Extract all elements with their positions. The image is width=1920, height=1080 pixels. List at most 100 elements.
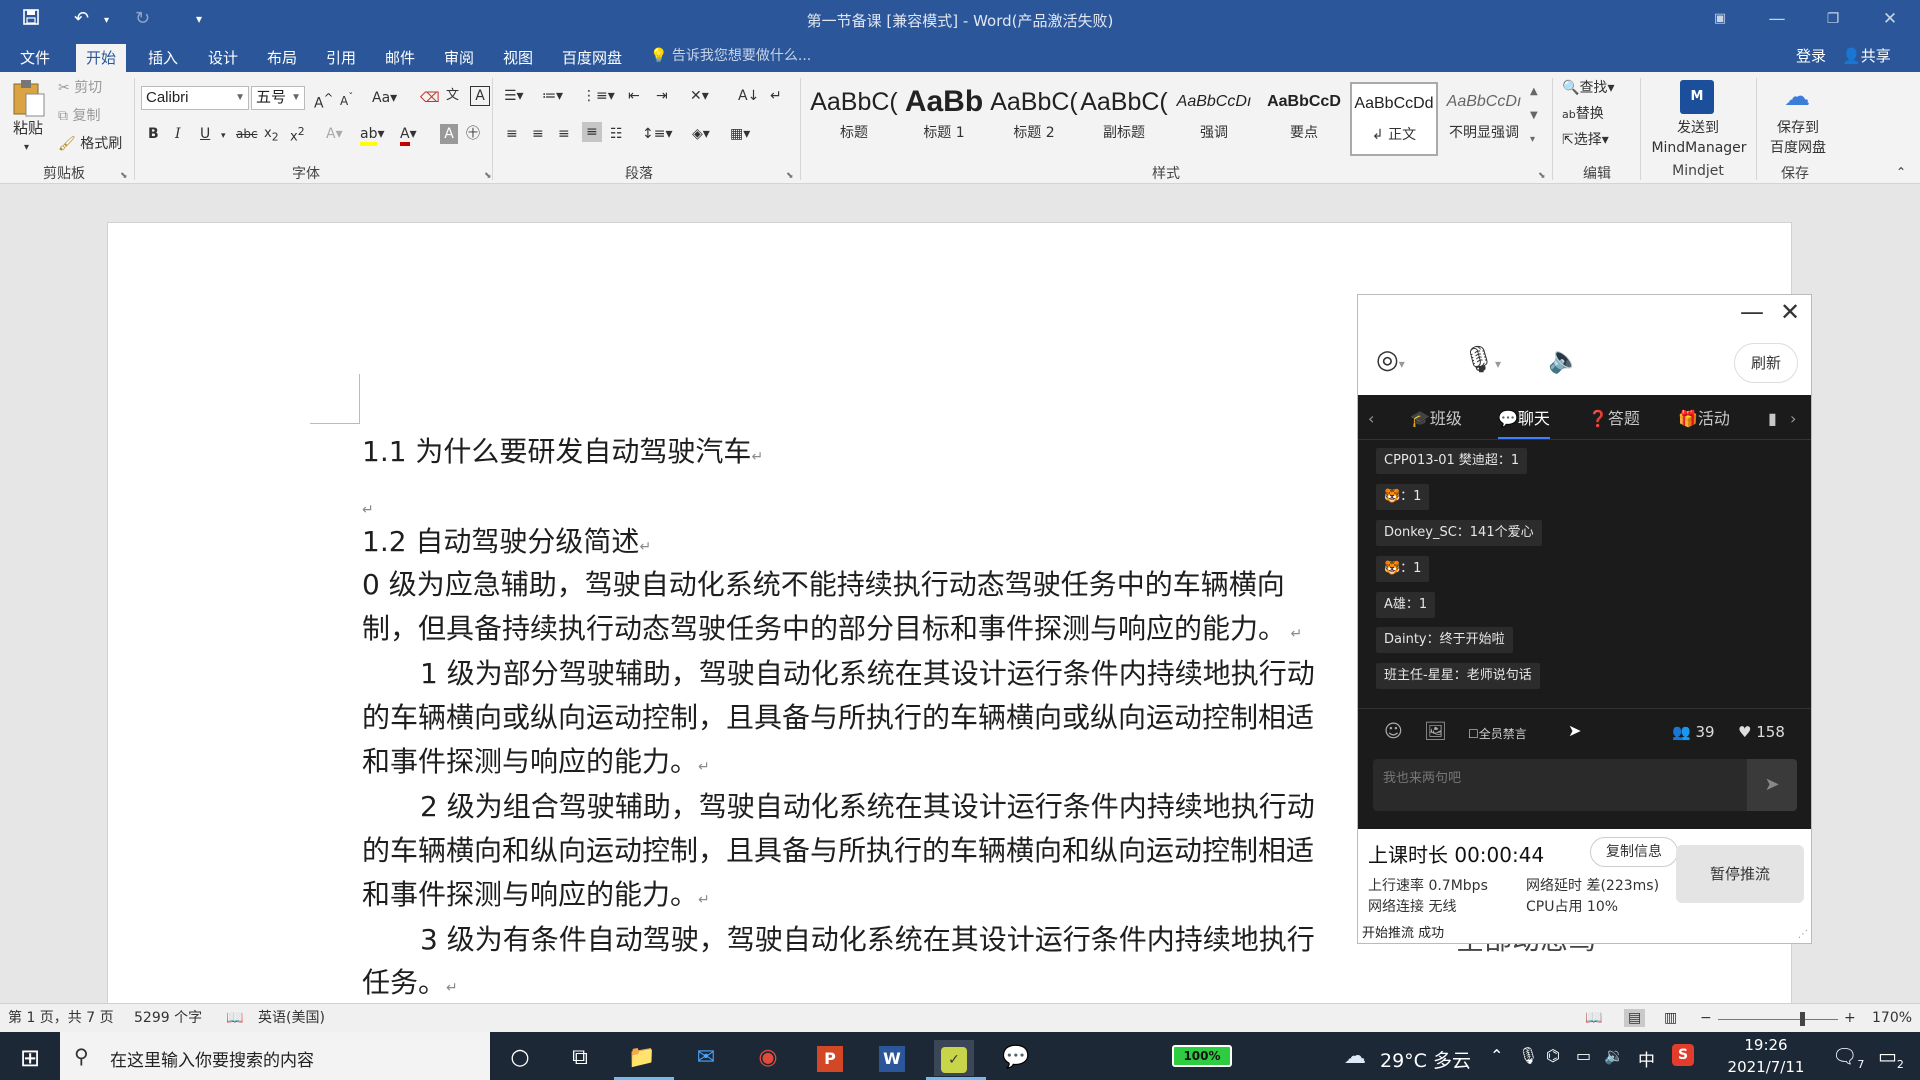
tab-home[interactable]: 开始 bbox=[76, 44, 127, 72]
style-subtitle[interactable]: AaBbC(副标题 bbox=[1080, 82, 1168, 156]
sign-in-link[interactable]: 登录 bbox=[1796, 45, 1826, 67]
notification-center-icon[interactable]: 🗨7 bbox=[1832, 1044, 1864, 1071]
clipboard-launcher-icon[interactable]: ⬊ bbox=[120, 166, 128, 186]
strikethrough-icon[interactable]: abc bbox=[236, 124, 258, 144]
style-subtle-emphasis[interactable]: AaBbCcDı 不明显强调 bbox=[1440, 82, 1528, 156]
replace-button[interactable]: ab替换 bbox=[1562, 104, 1604, 125]
tabs-scroll-left-icon[interactable]: ‹ bbox=[1368, 409, 1374, 429]
para-level-2-line-3[interactable]: 和事件探测与响应的能力。↵ bbox=[362, 873, 710, 913]
task-view-icon[interactable]: ⧉ bbox=[560, 1040, 600, 1076]
character-border-icon[interactable]: A bbox=[470, 86, 490, 106]
sogou-input-icon[interactable]: S bbox=[1672, 1044, 1694, 1066]
ribbon-display-options-icon[interactable]: ▣ bbox=[1702, 6, 1738, 32]
file-explorer-icon[interactable]: 📁 bbox=[622, 1040, 662, 1076]
powerpoint-icon[interactable]: P bbox=[817, 1046, 843, 1072]
style-emphasis[interactable]: AaBbCcDı 强调 bbox=[1170, 82, 1258, 156]
para-level-0-line-1[interactable]: 0 级为应急辅助，驾驶自动化系统不能持续执行动态驾驶任务中的车辆横向 bbox=[362, 563, 1285, 603]
find-button[interactable]: 🔍查找▾ bbox=[1562, 78, 1614, 98]
live-class-app-icon[interactable]: ✓ bbox=[941, 1047, 967, 1073]
para-level-0-line-2[interactable]: 制，但具备持续执行动态驾驶任务中的部分目标和事件探测与响应的能力。 ↵ bbox=[362, 607, 1302, 647]
mail-icon[interactable]: ✉ bbox=[686, 1040, 726, 1076]
text-effects-icon[interactable]: A▾ bbox=[326, 124, 343, 144]
tab-references[interactable]: 引用 bbox=[316, 44, 366, 72]
emoji-icon[interactable]: ☺ bbox=[1384, 721, 1403, 742]
styles-scroll-down-icon[interactable]: ▼ bbox=[1530, 106, 1538, 126]
tab-more-icon[interactable]: ▮ bbox=[1768, 409, 1777, 429]
image-icon[interactable]: 🖼 bbox=[1424, 721, 1447, 742]
mindmanager-label[interactable]: MindManager bbox=[1645, 138, 1753, 158]
power-tray-icon[interactable]: ▭ bbox=[1576, 1046, 1591, 1065]
para-level-1-line-1[interactable]: 1 级为部分驾驶辅助，驾驶自动化系统在其设计运行条件内持续地执行动 bbox=[420, 652, 1315, 692]
word-icon[interactable]: W bbox=[879, 1046, 905, 1072]
volume-tray-icon[interactable]: 🔉 bbox=[1604, 1046, 1624, 1065]
shrink-font-icon[interactable]: Aˇ bbox=[340, 88, 353, 111]
language-indicator[interactable]: 英语(美国) bbox=[258, 1009, 325, 1027]
tell-me-search[interactable]: 💡 告诉我您想要做什么... bbox=[650, 45, 811, 67]
align-center-icon[interactable]: ≡ bbox=[532, 124, 544, 144]
multilevel-list-icon[interactable]: ⋮≡▾ bbox=[582, 86, 615, 106]
tab-layout[interactable]: 布局 bbox=[257, 44, 307, 72]
sort-icon[interactable]: A↓ bbox=[738, 86, 759, 106]
restore-button[interactable]: ❐ bbox=[1815, 6, 1851, 32]
zoom-in-icon[interactable]: + bbox=[1844, 1009, 1856, 1027]
styles-launcher-icon[interactable]: ⬊ bbox=[1538, 166, 1546, 186]
superscript-icon[interactable]: x2 bbox=[290, 122, 305, 147]
paste-dropdown-icon[interactable]: ▾ bbox=[24, 138, 29, 158]
tab-class[interactable]: 🎓班级 bbox=[1410, 409, 1462, 429]
close-button[interactable]: ✕ bbox=[1872, 6, 1908, 32]
font-size-select[interactable]: 五号 ▼ bbox=[251, 86, 305, 110]
para-level-1-line-3[interactable]: 和事件探测与响应的能力。↵ bbox=[362, 740, 710, 780]
style-heading-2[interactable]: AaBbC(标题 2 bbox=[990, 82, 1078, 156]
wechat-icon[interactable]: 💬 bbox=[996, 1040, 1036, 1076]
zoom-level[interactable]: 170% bbox=[1872, 1009, 1912, 1027]
style-heading-1[interactable]: AaBb 标题 1 bbox=[900, 82, 988, 156]
distributed-icon[interactable]: ☷ bbox=[610, 124, 623, 144]
zoom-slider[interactable] bbox=[1718, 1019, 1838, 1020]
chat-input-box[interactable]: 我也来两句吧 ➤ bbox=[1373, 759, 1797, 811]
camera-icon[interactable]: ◎▾ bbox=[1376, 345, 1405, 375]
justify-icon[interactable]: ≡ bbox=[582, 122, 602, 142]
bold-icon[interactable]: B bbox=[148, 124, 159, 144]
cortana-icon[interactable]: ○ bbox=[500, 1040, 540, 1076]
zoom-out-icon[interactable]: − bbox=[1700, 1009, 1712, 1027]
cut-button[interactable]: ✂ 剪切 bbox=[58, 78, 102, 98]
show-hidden-icons-icon[interactable]: ⌃ bbox=[1490, 1046, 1503, 1065]
speaker-icon[interactable]: 🔈 bbox=[1548, 345, 1580, 375]
numbering-icon[interactable]: ≔▾ bbox=[542, 86, 563, 106]
italic-icon[interactable]: I bbox=[175, 124, 181, 144]
decrease-indent-icon[interactable]: ⇤ bbox=[628, 86, 640, 106]
para-level-1-line-2[interactable]: 的车辆横向或纵向运动控制，且具备与所执行的车辆横向或纵向运动控制相适 bbox=[362, 696, 1314, 736]
change-case-icon[interactable]: Aa▾ bbox=[372, 88, 397, 108]
panel-close-button[interactable]: ✕ bbox=[1772, 299, 1808, 325]
panel-minimize-button[interactable]: — bbox=[1734, 299, 1770, 325]
tab-chat[interactable]: 💬聊天 bbox=[1498, 409, 1550, 440]
style-heading[interactable]: AaBbC(标题 bbox=[810, 82, 898, 156]
tab-insert[interactable]: 插入 bbox=[138, 44, 188, 72]
copy-info-button[interactable]: 复制信息 bbox=[1590, 837, 1678, 867]
resize-grip-icon[interactable]: ⋰ bbox=[1798, 929, 1808, 940]
subscript-icon[interactable]: x2 bbox=[264, 124, 279, 148]
tab-design[interactable]: 设计 bbox=[198, 44, 248, 72]
font-name-select[interactable]: Calibri ▼ bbox=[141, 86, 249, 110]
clear-formatting-icon[interactable]: ⌫ bbox=[420, 88, 440, 108]
baidu-netdisk-label[interactable]: 百度网盘 bbox=[1762, 138, 1834, 158]
paragraph-launcher-icon[interactable]: ⬊ bbox=[786, 166, 794, 186]
proofing-icon[interactable]: 📖 bbox=[226, 1009, 243, 1027]
clock-time[interactable]: 19:26 bbox=[1716, 1036, 1816, 1054]
collapse-ribbon-icon[interactable]: ⌃ bbox=[1896, 162, 1906, 182]
font-launcher-icon[interactable]: ⬊ bbox=[484, 166, 492, 186]
refresh-button[interactable]: 刷新 bbox=[1734, 343, 1798, 383]
battery-indicator[interactable]: 100% bbox=[1172, 1045, 1232, 1067]
weather-text[interactable]: 29°C 多云 bbox=[1380, 1046, 1471, 1073]
highlight-color-icon[interactable]: ab▾ bbox=[360, 124, 385, 146]
baidu-netdisk-icon[interactable]: ☁ bbox=[1780, 80, 1814, 114]
copy-button[interactable]: ⧉ 复制 bbox=[58, 106, 100, 126]
ime-indicator[interactable]: 中 bbox=[1638, 1046, 1655, 1071]
tab-review[interactable]: 审阅 bbox=[434, 44, 484, 72]
tab-baidu-netdisk[interactable]: 百度网盘 bbox=[552, 44, 632, 72]
shading-icon[interactable]: ◈▾ bbox=[692, 124, 710, 144]
grow-font-icon[interactable]: A^ bbox=[314, 88, 333, 114]
page-count[interactable]: 第 1 页，共 7 页 bbox=[8, 1009, 114, 1027]
network-tray-icon[interactable]: ⌬ bbox=[1546, 1046, 1560, 1065]
chinese-layout-icon[interactable]: ✕▾ bbox=[690, 86, 709, 106]
